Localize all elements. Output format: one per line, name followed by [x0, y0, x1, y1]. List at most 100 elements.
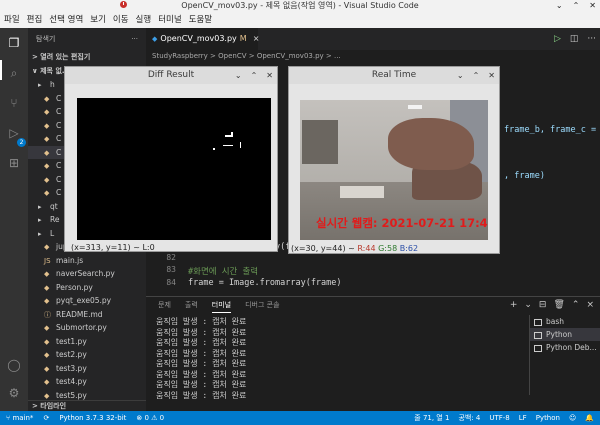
line-ending[interactable]: LF: [519, 411, 527, 425]
breadcrumb[interactable]: StudyRaspberry > OpenCV > OpenCV_mov03.p…: [146, 50, 600, 63]
tab-debug-console[interactable]: 디버그 콘솔: [245, 297, 279, 313]
close-icon[interactable]: ✕: [589, 0, 596, 12]
close-panel-icon[interactable]: ×: [586, 297, 594, 313]
menu-bar: 파일 편집 선택 영역 보기 이동 실행 터미널 도움말: [0, 12, 600, 28]
terminal-line: 움직임 발생 : 캡처 완료: [156, 327, 247, 337]
account-icon[interactable]: ◯: [7, 358, 21, 372]
interpreter-indicator[interactable]: Python 3.7.3 32-bit: [59, 411, 126, 425]
terminal-item-label: bash: [546, 317, 565, 326]
file-item[interactable]: ◆ test3.py: [28, 362, 146, 376]
menu-run[interactable]: 실행: [136, 12, 152, 28]
diff-image[interactable]: [77, 98, 271, 240]
file-icon: ◆: [44, 351, 50, 359]
maximize-icon[interactable]: ⌃: [473, 67, 480, 84]
explorer-header: 탐색기 ···: [28, 28, 146, 50]
trash-icon[interactable]: 🗑: [553, 297, 564, 313]
file-item[interactable]: ◆ test1.py: [28, 335, 146, 349]
file-icon: ◆: [44, 94, 50, 103]
terminal-output[interactable]: 움직임 발생 : 캡처 완료 움직임 발생 : 캡처 완료 움직임 발생 : 캡처 …: [156, 317, 516, 401]
window-title: OpenCV_mov03.py - 제목 없음(작업 영역) - Visual …: [181, 1, 419, 10]
split-editor-icon[interactable]: ◫: [570, 28, 579, 50]
real-time-coords: (x=30, y=44) ~: [291, 244, 355, 253]
timeline-section[interactable]: > 타임라인: [28, 400, 146, 411]
file-item[interactable]: ◆ test2.py: [28, 348, 146, 362]
maximize-icon[interactable]: ⌃: [251, 67, 258, 84]
gear-icon[interactable]: ⚙: [7, 386, 21, 400]
split-terminal-icon[interactable]: ⊟: [539, 297, 547, 313]
maximize-icon[interactable]: ⌃: [573, 0, 580, 12]
menu-terminal[interactable]: 터미널: [158, 12, 181, 28]
explorer-icon[interactable]: ❐: [7, 36, 21, 50]
file-item[interactable]: JS main.js: [28, 254, 146, 268]
active-indicator: [0, 60, 2, 80]
file-label: main.js: [56, 255, 84, 265]
menu-help[interactable]: 도움말: [189, 12, 212, 28]
tab-terminal[interactable]: 터미널: [211, 297, 232, 313]
minimize-icon[interactable]: ⌄: [556, 0, 563, 12]
maximize-panel-icon[interactable]: ⌃: [572, 297, 580, 313]
file-label: test2.py: [56, 350, 87, 359]
tab-problems[interactable]: 문제: [158, 297, 171, 313]
webcam-board: [340, 186, 384, 198]
tab-close-icon[interactable]: ×: [253, 34, 260, 43]
source-control-icon[interactable]: ⑂: [7, 96, 21, 110]
terminal-item-python[interactable]: Python: [530, 328, 600, 341]
minimize-icon[interactable]: ⌄: [457, 67, 464, 84]
search-icon[interactable]: ⌕: [7, 66, 21, 80]
terminal-item-bash[interactable]: bash: [530, 315, 600, 328]
file-item[interactable]: ◆ naverSearch.py: [28, 267, 146, 281]
file-label: C: [56, 174, 62, 184]
diff-speck: [223, 145, 233, 146]
menu-view[interactable]: 보기: [90, 12, 106, 28]
tab-output[interactable]: 출력: [185, 297, 198, 313]
file-item[interactable]: ⓘ README.md: [28, 308, 146, 322]
real-time-titlebar[interactable]: Real Time ⌄ ⌃ ✕: [289, 67, 499, 84]
tab-opencv-mov03[interactable]: ◆ OpenCV_mov03.py M ×: [146, 28, 260, 50]
sync-icon[interactable]: ⟳: [43, 411, 49, 425]
terminal-item-python-debug[interactable]: Python Deb...: [530, 341, 600, 354]
explorer-title: 탐색기: [36, 35, 56, 43]
menu-selection[interactable]: 선택 영역: [49, 12, 83, 28]
pixel-blue-value: B:62: [399, 244, 419, 253]
problems-indicator[interactable]: ⊗ 0 ⚠ 0: [136, 411, 164, 425]
terminal-dropdown-icon[interactable]: ⌄: [524, 297, 532, 313]
close-icon[interactable]: ✕: [488, 67, 495, 84]
file-item[interactable]: ◆ Submortor.py: [28, 321, 146, 335]
more-actions-icon[interactable]: ···: [587, 28, 596, 50]
webcam-image[interactable]: 실시간 웹캠: 2021-07-21 17:41:01: [300, 100, 488, 240]
feedback-icon[interactable]: ☺: [569, 411, 576, 425]
open-editors-section[interactable]: > 열려 있는 편집기: [28, 50, 146, 64]
new-terminal-icon[interactable]: +: [510, 297, 518, 313]
file-label: Submortor.py: [56, 323, 107, 332]
terminal-icon: [534, 318, 542, 326]
cursor-position[interactable]: 줄 71, 열 1: [414, 411, 449, 425]
bell-icon[interactable]: 🔔: [585, 411, 594, 425]
pixel-green-value: G:58: [378, 244, 398, 253]
language-mode[interactable]: Python: [536, 411, 560, 425]
python-file-icon: ◆: [152, 35, 158, 43]
file-item[interactable]: ◆ test4.py: [28, 375, 146, 389]
run-icon[interactable]: ▷: [554, 28, 561, 50]
line-number: 84: [166, 277, 176, 287]
encoding[interactable]: UTF-8: [489, 411, 509, 425]
modified-badge: M: [239, 34, 247, 43]
menu-file[interactable]: 파일: [4, 12, 20, 28]
file-item[interactable]: ◆ Person.py: [28, 281, 146, 295]
minimize-icon[interactable]: ⌄: [235, 67, 242, 84]
terminal-line: 움직임 발생 : 캡처 완료: [156, 380, 247, 389]
menu-go[interactable]: 이동: [113, 12, 129, 28]
terminal-item-label: Python: [546, 330, 572, 339]
pixel-red-value: R:44: [357, 244, 376, 253]
file-icon: ◆: [44, 175, 50, 184]
file-icon: JS: [44, 256, 51, 265]
file-item[interactable]: ◆ pyqt_exe05.py: [28, 294, 146, 308]
extensions-icon[interactable]: ⊞: [7, 156, 21, 170]
indentation[interactable]: 공백: 4: [458, 411, 480, 425]
diff-result-titlebar[interactable]: Diff Result ⌄ ⌃ ✕: [65, 67, 277, 84]
menu-edit[interactable]: 편집: [27, 12, 43, 28]
file-icon: ◆: [44, 324, 50, 332]
branch-indicator[interactable]: ⑂ main*: [6, 411, 33, 425]
more-icon[interactable]: ···: [131, 28, 138, 50]
chevron-right-icon: ▸: [38, 81, 42, 89]
close-icon[interactable]: ✕: [266, 67, 273, 84]
